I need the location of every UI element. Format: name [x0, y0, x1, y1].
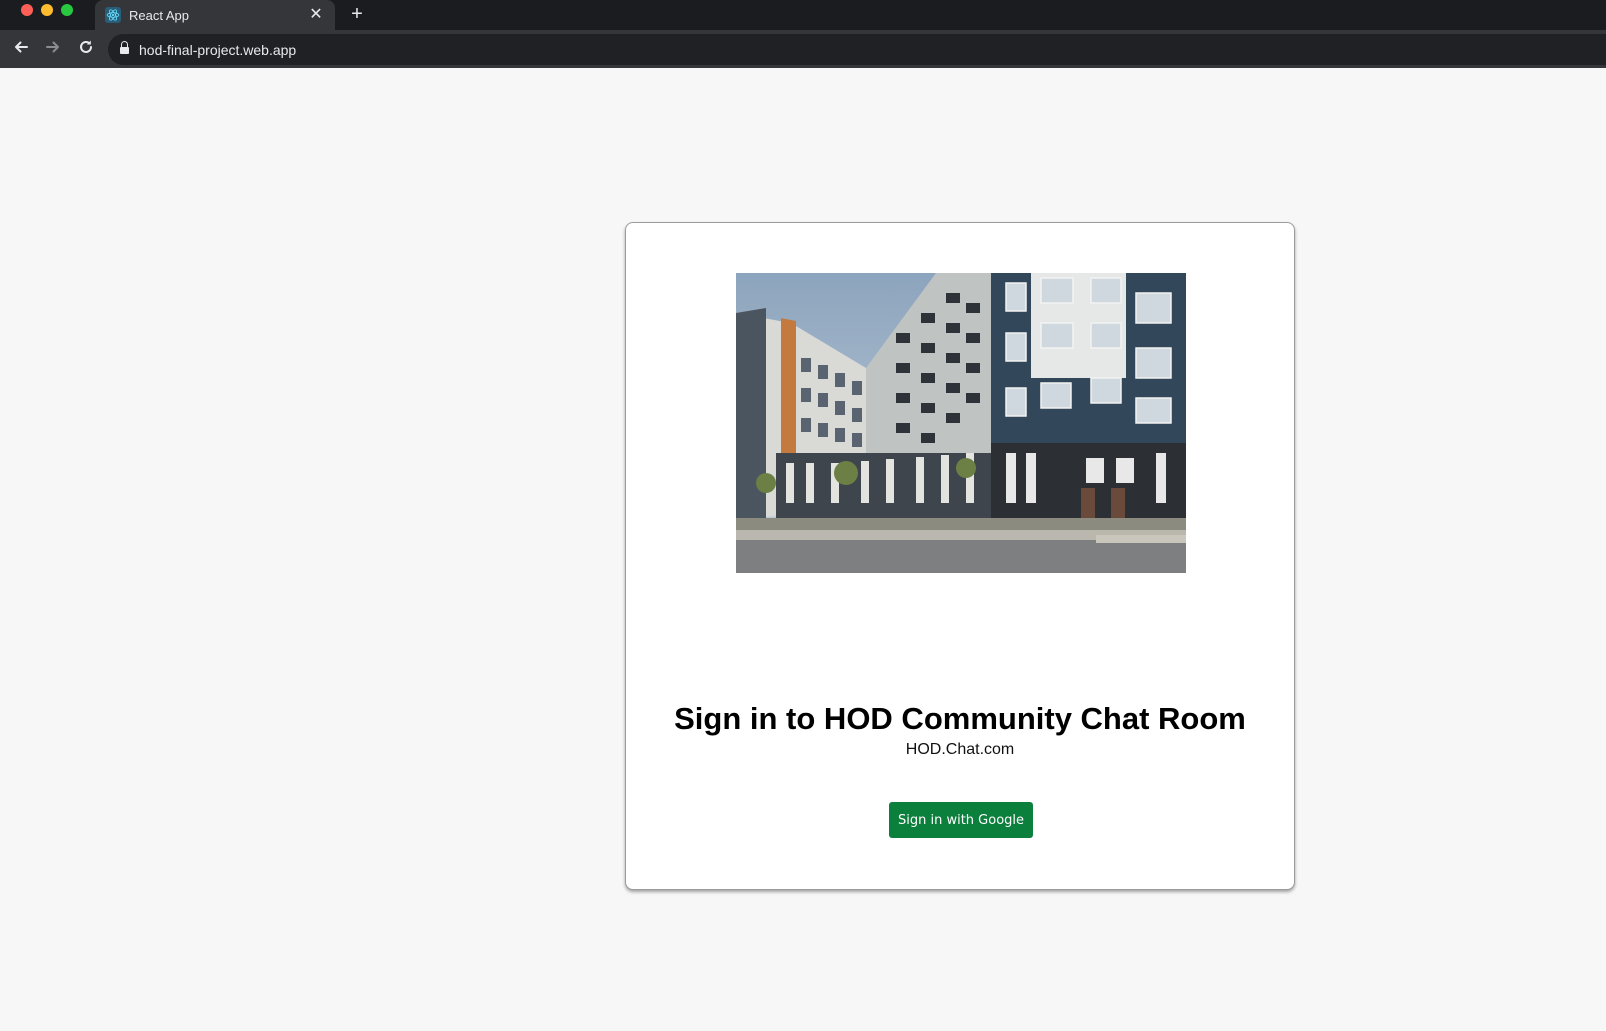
reload-icon: [80, 40, 92, 53]
window-close-dot[interactable]: [21, 4, 33, 16]
back-button[interactable]: [9, 38, 33, 62]
site-subtitle: HOD.Chat.com: [905, 741, 1015, 758]
window-zoom-dot[interactable]: [61, 4, 73, 16]
tab-strip: React App ✕ +: [0, 0, 1606, 30]
page-title: Sign in to HOD Community Chat Room: [674, 701, 1246, 736]
url-text[interactable]: hod-final-project.web.app: [139, 42, 296, 58]
arrow-left-icon: [15, 41, 28, 53]
new-tab-button[interactable]: +: [346, 3, 368, 25]
arrow-right-icon: [46, 41, 59, 53]
lock-icon[interactable]: [120, 40, 129, 55]
browser-tab[interactable]: React App ✕: [95, 0, 335, 30]
reload-button[interactable]: [74, 38, 98, 62]
tab-title: React App: [129, 7, 189, 23]
address-bar[interactable]: hod-final-project.web.app: [108, 34, 1606, 65]
browser-chrome: React App ✕ + hod-final-project.web.app: [0, 0, 1606, 68]
page-viewport: Sign in to HOD Community Chat Room HOD.C…: [0, 68, 1606, 1031]
sign-in-with-google-button[interactable]: Sign in with Google: [889, 802, 1033, 838]
signin-card: Sign in to HOD Community Chat Room HOD.C…: [625, 222, 1295, 890]
close-tab-icon[interactable]: ✕: [307, 6, 325, 24]
browser-toolbar: hod-final-project.web.app: [0, 30, 1606, 68]
window-minimize-dot[interactable]: [41, 4, 53, 16]
apartment-building-photo: [736, 273, 1186, 573]
forward-button[interactable]: [41, 38, 65, 62]
react-logo-icon: [105, 7, 121, 23]
